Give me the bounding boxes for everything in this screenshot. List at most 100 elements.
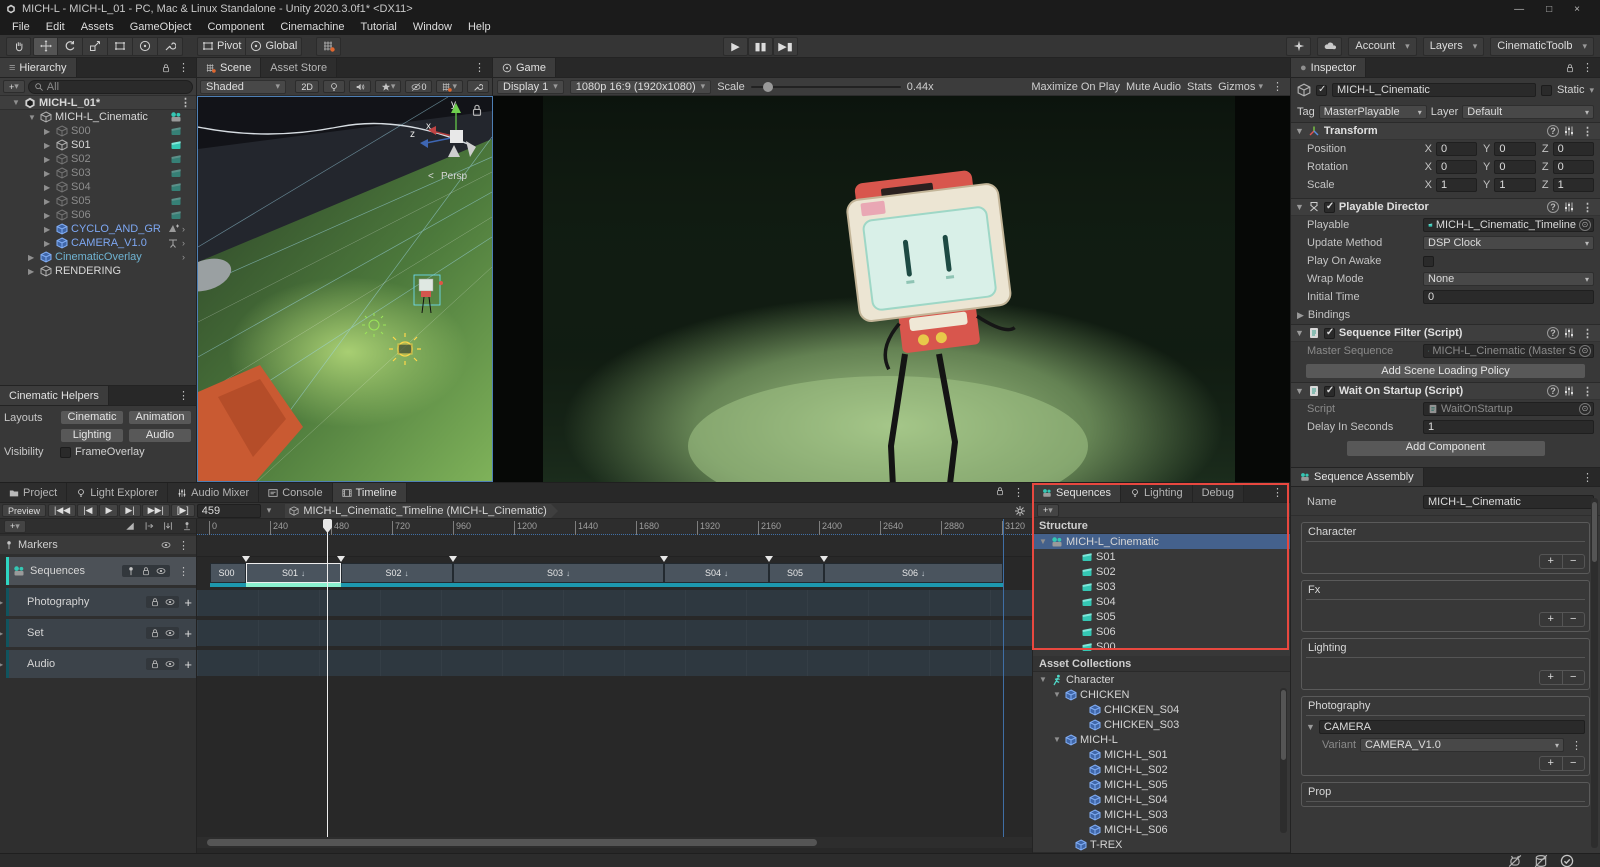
- expander-icon[interactable]: ▶: [1297, 310, 1304, 321]
- eye-icon[interactable]: [161, 540, 171, 550]
- gameobject-badge-icon[interactable]: [170, 153, 182, 165]
- timeline-content[interactable]: 0240480720960120014401680192021602400264…: [197, 519, 1032, 854]
- track-group[interactable]: ▶ Photography +: [6, 588, 196, 616]
- eye-icon[interactable]: [165, 628, 175, 638]
- hand-tool-button[interactable]: [6, 37, 31, 56]
- import-status-ok-icon[interactable]: [1560, 854, 1574, 867]
- delay-in-seconds-field[interactable]: 1: [1423, 420, 1594, 434]
- expander-icon[interactable]: ▼: [1053, 735, 1062, 744]
- layout-lighting-button[interactable]: Lighting: [60, 428, 124, 443]
- track-group[interactable]: ▶ Audio +: [6, 650, 196, 678]
- expander-icon[interactable]: ▼: [12, 98, 21, 107]
- tab-lighting[interactable]: Lighting: [1121, 483, 1193, 502]
- gameobject-badge-icon[interactable]: [170, 209, 182, 221]
- rotate-tool-button[interactable]: [58, 37, 83, 56]
- account-dropdown[interactable]: Account▾: [1348, 37, 1416, 56]
- replace-mode-icon[interactable]: [163, 521, 173, 531]
- assembly-name-field[interactable]: MICH-L_Cinematic: [1423, 495, 1594, 509]
- cache-server-disabled-icon[interactable]: [1534, 854, 1548, 867]
- expander-icon[interactable]: ▶: [44, 183, 53, 192]
- expander-icon[interactable]: ▼: [1039, 537, 1048, 546]
- tab-cinematic-helpers[interactable]: Cinematic Helpers: [0, 386, 109, 405]
- panel-menu-icon[interactable]: ⋮: [471, 61, 488, 74]
- expander-icon[interactable]: ▶: [44, 197, 53, 206]
- help-icon[interactable]: ?: [1547, 201, 1559, 213]
- menu-item[interactable]: Help: [460, 20, 499, 34]
- scene-audio-toggle[interactable]: [349, 80, 371, 93]
- hierarchy-item[interactable]: ▶ S04: [0, 180, 196, 194]
- eye-icon[interactable]: [165, 659, 175, 669]
- hierarchy-item[interactable]: ▶ CYCLO_AND_GRID ›: [0, 222, 196, 236]
- prefab-arrow-icon[interactable]: ›: [182, 252, 185, 262]
- effects-dropdown[interactable]: ▾: [375, 80, 402, 93]
- mute-audio-toggle[interactable]: Mute Audio: [1126, 81, 1181, 93]
- tab-inspector[interactable]: ●Inspector: [1291, 58, 1366, 77]
- expander-icon[interactable]: ▶: [44, 239, 53, 248]
- frame-overlay-checkbox[interactable]: [60, 447, 71, 458]
- gameobject-name-field[interactable]: MICH-L_Cinematic: [1332, 83, 1536, 97]
- structure-item[interactable]: S04: [1033, 594, 1290, 609]
- gameobject-badge-icon[interactable]: [170, 181, 182, 193]
- presets-icon[interactable]: [1563, 385, 1575, 397]
- prefab-arrow-icon[interactable]: ›: [182, 238, 185, 248]
- play-control-button[interactable]: ▮▮: [748, 37, 773, 56]
- track-group[interactable]: ▶ Set +: [6, 619, 196, 647]
- track-sequences[interactable]: Sequences ⋮: [6, 557, 196, 585]
- timeline-clip[interactable]: S06↓: [824, 563, 1003, 583]
- markers-lane[interactable]: [197, 535, 1032, 557]
- timeline-transport-button[interactable]: ▶|: [119, 504, 140, 517]
- gameobject-badge-icon[interactable]: [170, 195, 182, 207]
- transform-tool-button[interactable]: [133, 37, 158, 56]
- eye-icon[interactable]: [156, 566, 166, 576]
- expander-icon[interactable]: ▶: [44, 225, 53, 234]
- gameobject-badge-icon[interactable]: [170, 265, 182, 277]
- panel-menu-icon[interactable]: ⋮: [1579, 61, 1596, 74]
- y-field[interactable]: 1: [1494, 178, 1535, 192]
- scale-tool-button[interactable]: [83, 37, 108, 56]
- hierarchy-item[interactable]: ▶ RENDERING: [0, 264, 196, 278]
- expander-icon[interactable]: ▶: [28, 267, 37, 276]
- component-enabled-checkbox[interactable]: [1324, 202, 1335, 213]
- rect-tool-button[interactable]: [108, 37, 133, 56]
- structure-item[interactable]: ▼ MICH-L_Cinematic: [1033, 534, 1290, 549]
- hierarchy-search-input[interactable]: All: [28, 80, 193, 94]
- initial-time-field[interactable]: 0: [1423, 290, 1594, 304]
- gameobject-badge-icon[interactable]: [170, 111, 182, 123]
- gameobject-badge-icon[interactable]: [167, 251, 179, 263]
- asset-collection-item[interactable]: MICH-L_S03: [1033, 807, 1290, 822]
- timeline-transport-button[interactable]: ▶: [99, 504, 118, 517]
- asset-collection-item[interactable]: MICH-L_S06: [1033, 822, 1290, 837]
- tab-sequence-assembly[interactable]: Sequence Assembly: [1291, 468, 1424, 486]
- track-menu-icon[interactable]: ⋮: [175, 565, 192, 578]
- menu-item[interactable]: File: [4, 20, 38, 34]
- static-checkbox[interactable]: [1541, 85, 1552, 96]
- preview-toggle[interactable]: Preview: [2, 504, 46, 517]
- add-track-button[interactable]: +▾: [4, 520, 26, 533]
- photography-lane[interactable]: [197, 590, 1032, 616]
- expander-icon[interactable]: ▶: [44, 127, 53, 136]
- asset-collection-item[interactable]: MICH-L_S05: [1033, 777, 1290, 792]
- sequence-marker-icon[interactable]: [449, 556, 457, 562]
- expander-icon[interactable]: ▶: [0, 629, 3, 638]
- window-control-button[interactable]: □: [1546, 4, 1552, 15]
- component-enabled-checkbox[interactable]: [1324, 328, 1335, 339]
- add-gameobject-button[interactable]: +▾: [3, 80, 25, 93]
- bottom-tab[interactable]: Console: [259, 483, 332, 502]
- gameobject-badge-icon[interactable]: [167, 223, 179, 235]
- global-toggle[interactable]: Global: [246, 37, 302, 56]
- tab-asset-store[interactable]: Asset Store: [261, 58, 337, 77]
- asset-collection-item[interactable]: MICH-L_S04: [1033, 792, 1290, 807]
- sequence-marker-icon[interactable]: [660, 556, 668, 562]
- sequence-marker-icon[interactable]: [337, 556, 345, 562]
- timeline-transport-button[interactable]: |◀: [77, 504, 98, 517]
- help-icon[interactable]: ?: [1547, 327, 1559, 339]
- hierarchy-item[interactable]: ▶ S01: [0, 138, 196, 152]
- hierarchy-item[interactable]: ▼ MICH-L_Cinematic: [0, 110, 196, 124]
- timeline-transport-button[interactable]: ▶▶|: [142, 504, 170, 517]
- remove-item-button[interactable]: −: [1563, 555, 1585, 568]
- y-field[interactable]: 0: [1494, 160, 1535, 174]
- lock-icon[interactable]: [150, 659, 160, 669]
- lock-icon[interactable]: [150, 597, 160, 607]
- sequence-marker-icon[interactable]: [820, 556, 828, 562]
- marker-toggle-icon[interactable]: [182, 521, 192, 531]
